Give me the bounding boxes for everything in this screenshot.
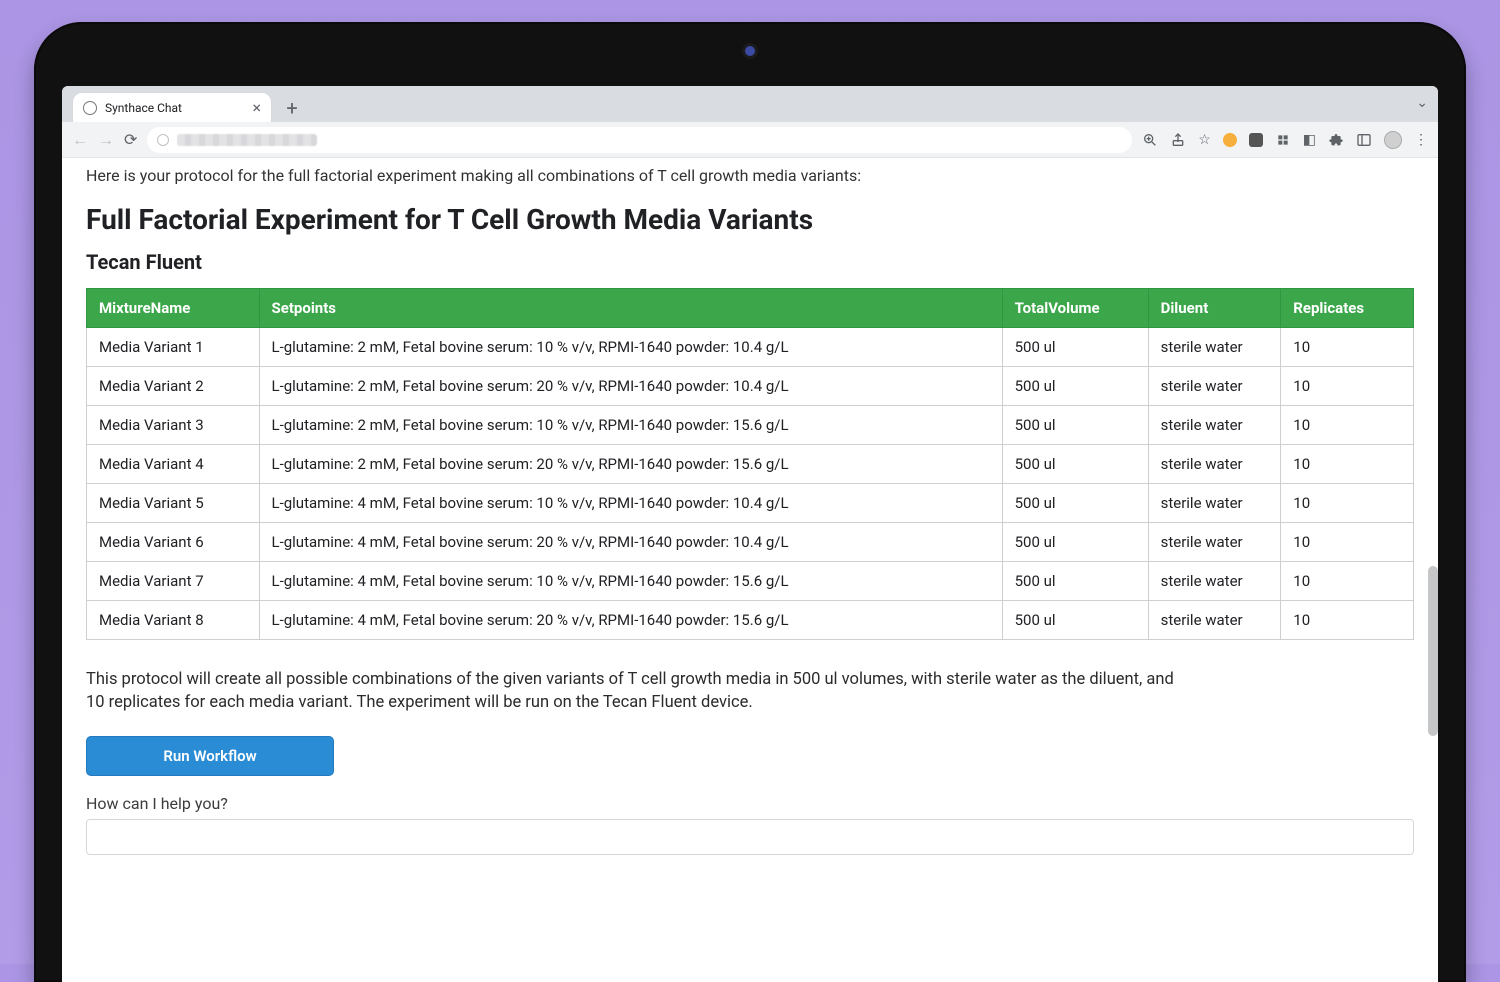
cell-setpoints: L-glutamine: 2 mM, Fetal bovine serum: 2… — [259, 445, 1002, 484]
cell-diluent: sterile water — [1148, 484, 1281, 523]
cell-volume: 500 ul — [1002, 445, 1148, 484]
cell-setpoints: L-glutamine: 2 mM, Fetal bovine serum: 1… — [259, 406, 1002, 445]
device-frame: Synthace Chat × + ⌄ ← → ⟳ — [34, 22, 1466, 982]
cell-diluent: sterile water — [1148, 328, 1281, 367]
cell-replicates: 10 — [1281, 328, 1414, 367]
col-replicates: Replicates — [1281, 289, 1414, 328]
omnibox[interactable] — [147, 127, 1132, 153]
globe-icon — [83, 101, 97, 115]
cell-replicates: 10 — [1281, 562, 1414, 601]
cell-replicates: 10 — [1281, 367, 1414, 406]
browser-window: Synthace Chat × + ⌄ ← → ⟳ — [62, 86, 1438, 982]
cell-setpoints: L-glutamine: 4 mM, Fetal bovine serum: 2… — [259, 601, 1002, 640]
cell-setpoints: L-glutamine: 4 mM, Fetal bovine serum: 2… — [259, 523, 1002, 562]
prompt-label: How can I help you? — [86, 794, 1414, 813]
close-icon[interactable]: × — [252, 101, 261, 115]
col-total-volume: TotalVolume — [1002, 289, 1148, 328]
back-button[interactable]: ← — [72, 130, 88, 150]
page-title: Full Factorial Experiment for T Cell Gro… — [86, 203, 1414, 236]
toolbar: ← → ⟳ ☆ — [62, 122, 1438, 158]
cell-name: Media Variant 7 — [87, 562, 260, 601]
table-row: Media Variant 6L-glutamine: 4 mM, Fetal … — [87, 523, 1414, 562]
new-tab-button[interactable]: + — [278, 94, 306, 122]
cell-volume: 500 ul — [1002, 367, 1148, 406]
url-blurred — [177, 134, 317, 146]
tab-synthace-chat[interactable]: Synthace Chat × — [72, 92, 272, 122]
cell-replicates: 10 — [1281, 484, 1414, 523]
prompt-input[interactable] — [86, 819, 1414, 855]
extension-square-icon[interactable] — [1249, 133, 1263, 147]
cell-name: Media Variant 5 — [87, 484, 260, 523]
cell-name: Media Variant 2 — [87, 367, 260, 406]
extension-icon-2[interactable]: ◧ — [1303, 132, 1316, 148]
cell-volume: 500 ul — [1002, 406, 1148, 445]
cell-name: Media Variant 8 — [87, 601, 260, 640]
protocol-description: This protocol will create all possible c… — [86, 668, 1186, 714]
table-header-row: MixtureName Setpoints TotalVolume Diluen… — [87, 289, 1414, 328]
tab-title: Synthace Chat — [105, 101, 244, 115]
cell-volume: 500 ul — [1002, 484, 1148, 523]
cell-setpoints: L-glutamine: 2 mM, Fetal bovine serum: 2… — [259, 367, 1002, 406]
table-row: Media Variant 3L-glutamine: 2 mM, Fetal … — [87, 406, 1414, 445]
cell-replicates: 10 — [1281, 601, 1414, 640]
table-row: Media Variant 1L-glutamine: 2 mM, Fetal … — [87, 328, 1414, 367]
cell-setpoints: L-glutamine: 4 mM, Fetal bovine serum: 1… — [259, 562, 1002, 601]
col-setpoints: Setpoints — [259, 289, 1002, 328]
cell-diluent: sterile water — [1148, 562, 1281, 601]
cell-diluent: sterile water — [1148, 445, 1281, 484]
cell-name: Media Variant 1 — [87, 328, 260, 367]
table-row: Media Variant 8L-glutamine: 4 mM, Fetal … — [87, 601, 1414, 640]
col-diluent: Diluent — [1148, 289, 1281, 328]
cell-name: Media Variant 6 — [87, 523, 260, 562]
cell-name: Media Variant 3 — [87, 406, 260, 445]
share-icon[interactable] — [1170, 132, 1186, 148]
chevron-down-icon[interactable]: ⌄ — [1416, 95, 1428, 111]
cell-name: Media Variant 4 — [87, 445, 260, 484]
table-row: Media Variant 4L-glutamine: 2 mM, Fetal … — [87, 445, 1414, 484]
page-content: Here is your protocol for the full facto… — [62, 158, 1438, 982]
cell-diluent: sterile water — [1148, 406, 1281, 445]
forward-button[interactable]: → — [98, 130, 114, 150]
cell-replicates: 10 — [1281, 523, 1414, 562]
intro-text: Here is your protocol for the full facto… — [86, 166, 1414, 185]
cell-replicates: 10 — [1281, 445, 1414, 484]
col-mixture-name: MixtureName — [87, 289, 260, 328]
cell-diluent: sterile water — [1148, 367, 1281, 406]
run-workflow-button[interactable]: Run Workflow — [86, 736, 334, 776]
extension-icon-1[interactable] — [1275, 132, 1291, 148]
cell-volume: 500 ul — [1002, 601, 1148, 640]
factorial-table: MixtureName Setpoints TotalVolume Diluen… — [86, 288, 1414, 640]
table-row: Media Variant 7L-glutamine: 4 mM, Fetal … — [87, 562, 1414, 601]
reload-button[interactable]: ⟳ — [124, 130, 137, 149]
site-info-icon[interactable] — [157, 134, 169, 146]
device-heading: Tecan Fluent — [86, 250, 1414, 274]
cell-volume: 500 ul — [1002, 562, 1148, 601]
extensions-puzzle-icon[interactable] — [1328, 132, 1344, 148]
kebab-menu-icon[interactable]: ⋮ — [1414, 132, 1428, 148]
table-row: Media Variant 2L-glutamine: 2 mM, Fetal … — [87, 367, 1414, 406]
profile-avatar[interactable] — [1384, 131, 1402, 149]
cell-volume: 500 ul — [1002, 328, 1148, 367]
bookmark-star-icon[interactable]: ☆ — [1198, 132, 1211, 148]
cell-diluent: sterile water — [1148, 523, 1281, 562]
extension-dot-orange[interactable] — [1223, 133, 1237, 147]
cell-setpoints: L-glutamine: 4 mM, Fetal bovine serum: 1… — [259, 484, 1002, 523]
sidebar-toggle-icon[interactable] — [1356, 132, 1372, 148]
tabstrip: Synthace Chat × + ⌄ — [62, 86, 1438, 122]
camera-dot — [745, 46, 755, 56]
table-row: Media Variant 5L-glutamine: 4 mM, Fetal … — [87, 484, 1414, 523]
cell-replicates: 10 — [1281, 406, 1414, 445]
zoom-icon[interactable] — [1142, 132, 1158, 148]
cell-volume: 500 ul — [1002, 523, 1148, 562]
cell-setpoints: L-glutamine: 2 mM, Fetal bovine serum: 1… — [259, 328, 1002, 367]
cell-diluent: sterile water — [1148, 601, 1281, 640]
